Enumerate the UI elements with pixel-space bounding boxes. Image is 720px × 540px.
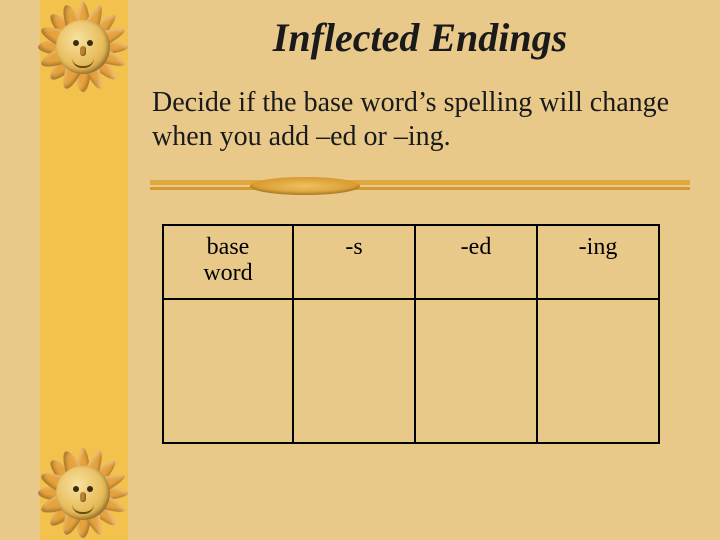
inflected-endings-table: base word -s -ed -ing: [162, 224, 660, 444]
slide-body-text: Decide if the base word’s spelling will …: [152, 86, 682, 154]
table-header-row: base word -s -ed -ing: [163, 225, 659, 299]
slide-title: Inflected Endings: [150, 14, 690, 61]
sun-icon: [18, 0, 148, 112]
table-cell: [415, 299, 537, 443]
table-row: [163, 299, 659, 443]
table-cell: [163, 299, 293, 443]
table-header-s: -s: [293, 225, 415, 299]
table-cell: [293, 299, 415, 443]
sun-icon: [18, 428, 148, 540]
slide: Inflected Endings Decide if the base wor…: [0, 0, 720, 540]
table-header-ing: -ing: [537, 225, 659, 299]
table-header-base-word: base word: [163, 225, 293, 299]
table-header-ed: -ed: [415, 225, 537, 299]
table-cell: [537, 299, 659, 443]
divider-ornament: [150, 180, 690, 194]
